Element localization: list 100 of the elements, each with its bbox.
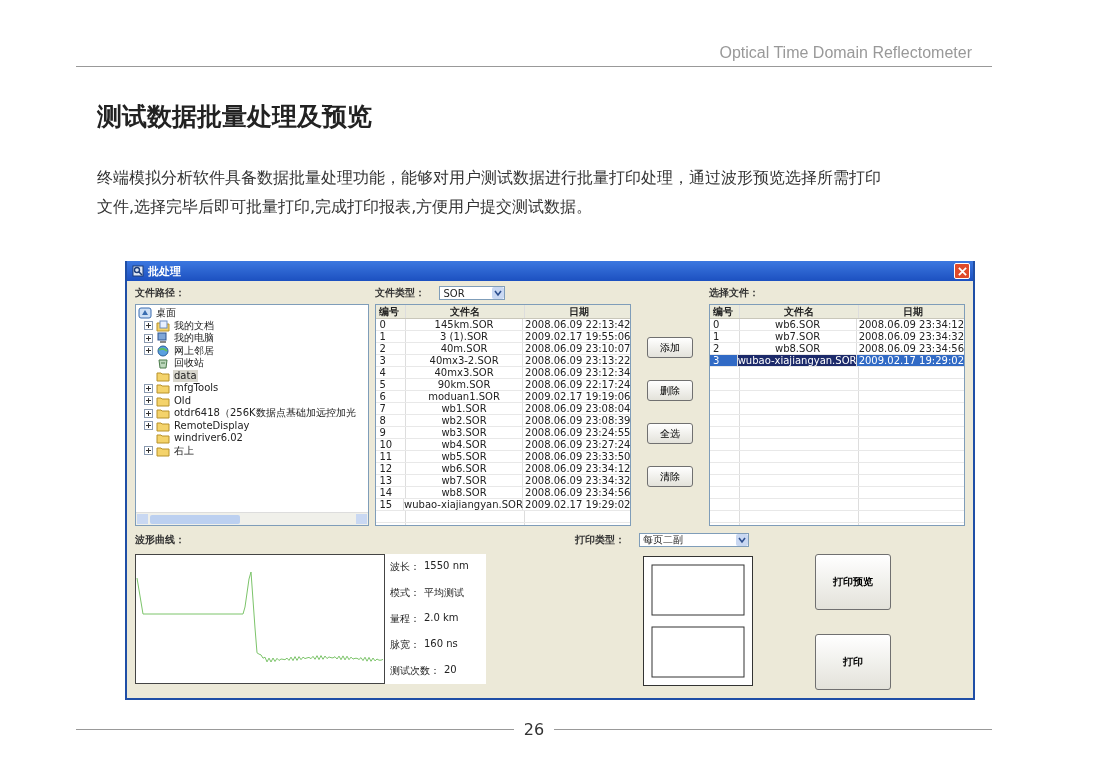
- table-cell-text: 2008.06.09 23:34:32: [857, 331, 964, 342]
- table-row[interactable]: 2 40m.SOR 2008.06.09 23:10:07: [376, 343, 631, 355]
- table-cell: 4: [376, 367, 406, 378]
- caret-icon: [736, 534, 748, 546]
- document-folder-icon: [156, 319, 170, 332]
- table-cell: wb5.SOR: [406, 451, 524, 462]
- table-row[interactable]: 15 wubao-xiajiangyan.SOR 2009.02.17 19:29:02: [376, 499, 631, 511]
- folder-icon: [156, 419, 170, 432]
- table-cell: wb3.SOR: [406, 427, 524, 438]
- table-cell: 1: [710, 331, 740, 342]
- globe-icon: [156, 344, 170, 357]
- table-row[interactable]: 5 90km.SOR 2008.06.09 22:17:24: [376, 379, 631, 391]
- column-header[interactable]: 编号: [710, 305, 740, 318]
- action-button[interactable]: 清除: [647, 466, 694, 487]
- tree-item[interactable]: 回收站: [173, 357, 205, 370]
- table-row[interactable]: 4 40mx3.SOR 2008.06.09 23:12:34: [376, 367, 631, 379]
- expand-icon[interactable]: [144, 396, 153, 406]
- table-row[interactable]: 8 wb2.SOR 2008.06.09 23:08:39: [376, 415, 631, 427]
- column-header[interactable]: 编号: [376, 305, 407, 318]
- table-cell: wb1.SOR: [406, 403, 524, 414]
- table-row[interactable]: 6 moduan1.SOR 2009.02.17 19:19:06: [376, 391, 631, 403]
- table-cell-text: 2008.06.09 23:08:39: [524, 415, 631, 426]
- header-title: Optical Time Domain Reflectometer: [719, 44, 972, 62]
- horizontal-scrollbar[interactable]: [136, 512, 369, 525]
- action-button[interactable]: 添加: [647, 337, 694, 358]
- table-row[interactable]: 0 145km.SOR 2008.06.09 22:13:42: [376, 319, 631, 331]
- expand-icon[interactable]: [144, 346, 153, 356]
- table-cell: 145km.SOR: [406, 319, 524, 330]
- table-cell: wb4.SOR: [406, 439, 524, 450]
- action-button[interactable]: 全选: [647, 423, 694, 444]
- file-type-select[interactable]: SOR: [439, 286, 506, 300]
- close-button[interactable]: [954, 263, 970, 279]
- table-cell: moduan1.SOR: [406, 391, 524, 402]
- info-value: 2.0 km: [424, 612, 459, 625]
- table-row[interactable]: 9 wb3.SOR 2008.06.09 23:24:55: [376, 427, 631, 439]
- expand-icon[interactable]: [144, 383, 153, 393]
- table-cell-text: 2009.02.17 19:19:06: [524, 391, 631, 402]
- info-label: 量程：: [390, 612, 420, 626]
- table-row[interactable]: 7 wb1.SOR 2008.06.09 23:08:04: [376, 403, 631, 415]
- tree-item[interactable]: data: [173, 369, 198, 382]
- expand-icon[interactable]: [144, 333, 153, 343]
- table-cell: 7: [376, 403, 406, 414]
- field-label: 打印类型：: [575, 533, 625, 547]
- expand-icon[interactable]: [144, 408, 153, 418]
- table-row[interactable]: 13 wb7.SOR 2008.06.09 23:34:32: [376, 475, 631, 487]
- table-row[interactable]: 3 wubao-xiajiangyan.SOR 2009.02.17 19:29:02: [710, 355, 964, 367]
- tree-item[interactable]: RemoteDisplay: [173, 419, 251, 432]
- table-row[interactable]: 3 40mx3-2.SOR 2008.06.09 23:13:22: [376, 355, 631, 367]
- info-value: 20: [444, 664, 457, 677]
- info-label: 模式：: [390, 586, 420, 600]
- table-row[interactable]: 1 wb7.SOR 2008.06.09 23:34:32: [710, 331, 964, 343]
- table-row[interactable]: 11 wb5.SOR 2008.06.09 23:33:50: [376, 451, 631, 463]
- print-button[interactable]: 打印预览: [815, 554, 891, 610]
- field-label: 波形曲线：: [135, 533, 186, 547]
- tree-item[interactable]: 我的电脑: [173, 332, 215, 345]
- table-cell-text: 2008.06.09 23:12:34: [524, 367, 631, 378]
- action-button[interactable]: 删除: [647, 380, 694, 401]
- tree-item[interactable]: 网上邻居: [173, 344, 215, 357]
- app-icon: [132, 265, 144, 277]
- table-cell: 8: [376, 415, 406, 426]
- table-cell: 3 (1).SOR: [406, 331, 524, 342]
- tree-item[interactable]: mfgTools: [173, 382, 220, 395]
- table-cell-text: 2008.06.09 23:13:22: [524, 355, 631, 366]
- expand-icon[interactable]: [144, 421, 153, 431]
- page-number: 26: [523, 720, 545, 739]
- table-cell-text: 2008.06.09 23:33:50: [524, 451, 631, 462]
- table-cell-text: 2008.06.09 23:34:56: [857, 343, 964, 354]
- table-row[interactable]: 10 wb4.SOR 2008.06.09 23:27:24: [376, 439, 631, 451]
- info-value: 平均测试: [424, 586, 464, 600]
- field-label: 文件路径：: [135, 286, 186, 300]
- table-cell-text: 2009.02.17 19:29:02: [524, 499, 631, 510]
- table-row[interactable]: 12 wb6.SOR 2008.06.09 23:34:12: [376, 463, 631, 475]
- column-header[interactable]: 日期: [859, 305, 964, 318]
- table-cell-text: 2008.06.09 23:24:55: [524, 427, 631, 438]
- table-cell: 5: [376, 379, 406, 390]
- column-header[interactable]: 文件名: [406, 305, 526, 318]
- table-cell: wb7.SOR: [406, 475, 524, 486]
- info-value: 1550 nm: [424, 560, 469, 573]
- folder-icon: [156, 369, 170, 382]
- column-header[interactable]: 日期: [525, 305, 631, 318]
- tree-item[interactable]: Old: [173, 394, 192, 407]
- tree-item[interactable]: windriver6.02: [173, 432, 244, 445]
- table-row[interactable]: 0 wb6.SOR 2008.06.09 23:34:12: [710, 319, 964, 331]
- table-row[interactable]: 1 3 (1).SOR 2009.02.17 19:55:06: [376, 331, 631, 343]
- folder-icon: [156, 444, 170, 457]
- tree-item[interactable]: 右上: [173, 444, 195, 457]
- table-row[interactable]: 14 wb8.SOR 2008.06.09 23:34:56: [376, 487, 631, 499]
- tree-item[interactable]: otdr6418（256K数据点基础加远控加光: [173, 407, 357, 420]
- tree-item[interactable]: 桌面: [155, 307, 177, 320]
- expand-icon[interactable]: [144, 321, 153, 331]
- column-header[interactable]: 文件名: [740, 305, 859, 318]
- expand-icon[interactable]: [144, 446, 153, 456]
- print-button[interactable]: 打印: [815, 634, 891, 690]
- table-cell-text: 2009.02.17 19:29:02: [857, 355, 964, 366]
- table-cell: 3: [710, 355, 738, 366]
- print-type-select[interactable]: 每页二副: [639, 533, 749, 547]
- info-label: 波长：: [390, 560, 420, 574]
- tree-item[interactable]: 我的文档: [173, 319, 215, 332]
- table-cell: wb7.SOR: [739, 331, 857, 342]
- table-cell: 0: [376, 319, 406, 330]
